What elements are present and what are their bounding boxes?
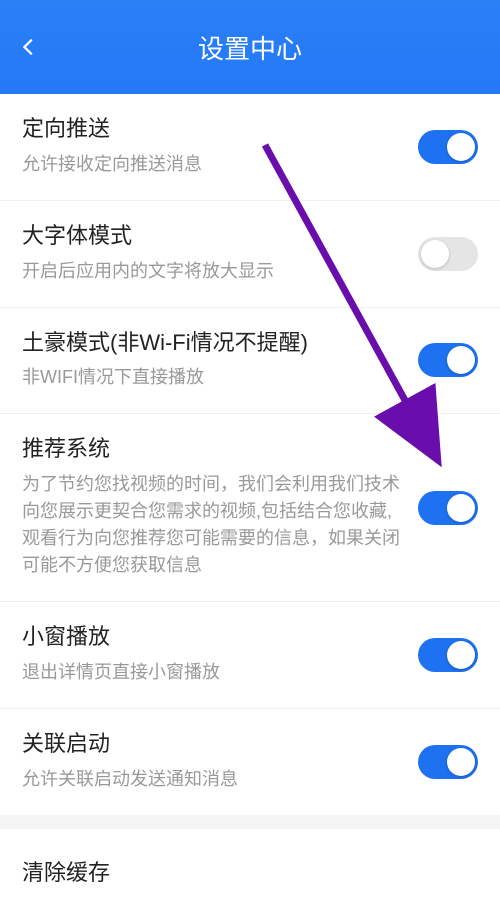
toggle-mini-player[interactable] (418, 638, 478, 672)
setting-desc: 非WIFI情况下直接播放 (22, 364, 408, 391)
header: 设置中心 (0, 0, 500, 94)
clear-cache-item[interactable]: 清除缓存 (0, 829, 500, 913)
toggle-knob (447, 494, 475, 522)
setting-directed-push: 定向推送 允许接收定向推送消息 (0, 94, 500, 201)
toggle-knob (421, 240, 449, 268)
setting-title: 关联启动 (22, 729, 408, 760)
setting-nowifi-mode: 土豪模式(非Wi-Fi情况不提醒) 非WIFI情况下直接播放 (0, 308, 500, 415)
setting-desc: 为了节约您找视频的时间，我们会利用我们技术向您展示更契合您需求的视频,包括结合您… (22, 471, 408, 579)
setting-large-font: 大字体模式 开启后应用内的文字将放大显示 (0, 201, 500, 308)
setting-desc: 允许接收定向推送消息 (22, 151, 408, 178)
toggle-knob (447, 748, 475, 776)
section-divider (0, 815, 500, 829)
toggle-large-font[interactable] (418, 237, 478, 271)
setting-title: 土豪模式(非Wi-Fi情况不提醒) (22, 328, 408, 359)
setting-recommendation: 推荐系统 为了节约您找视频的时间，我们会利用我们技术向您展示更契合您需求的视频,… (0, 414, 500, 602)
setting-title: 小窗播放 (22, 622, 408, 653)
toggle-knob (447, 133, 475, 161)
toggle-knob (447, 346, 475, 374)
setting-title: 定向推送 (22, 114, 408, 145)
settings-list: 定向推送 允许接收定向推送消息 大字体模式 开启后应用内的文字将放大显示 土豪模… (0, 94, 500, 913)
toggle-knob (447, 641, 475, 669)
setting-title: 大字体模式 (22, 221, 408, 252)
setting-linked-launch: 关联启动 允许关联启动发送通知消息 (0, 709, 500, 815)
setting-desc: 开启后应用内的文字将放大显示 (22, 258, 408, 285)
setting-desc: 退出详情页直接小窗播放 (22, 659, 408, 686)
setting-desc: 允许关联启动发送通知消息 (22, 766, 408, 793)
toggle-directed-push[interactable] (418, 130, 478, 164)
clear-cache-label: 清除缓存 (22, 860, 110, 885)
chevron-left-icon (18, 36, 40, 58)
toggle-recommendation[interactable] (418, 491, 478, 525)
setting-title: 推荐系统 (22, 434, 408, 465)
back-button[interactable] (14, 32, 44, 62)
page-title: 设置中心 (198, 29, 302, 66)
setting-mini-player: 小窗播放 退出详情页直接小窗播放 (0, 602, 500, 709)
toggle-linked-launch[interactable] (418, 745, 478, 779)
toggle-nowifi-mode[interactable] (418, 343, 478, 377)
